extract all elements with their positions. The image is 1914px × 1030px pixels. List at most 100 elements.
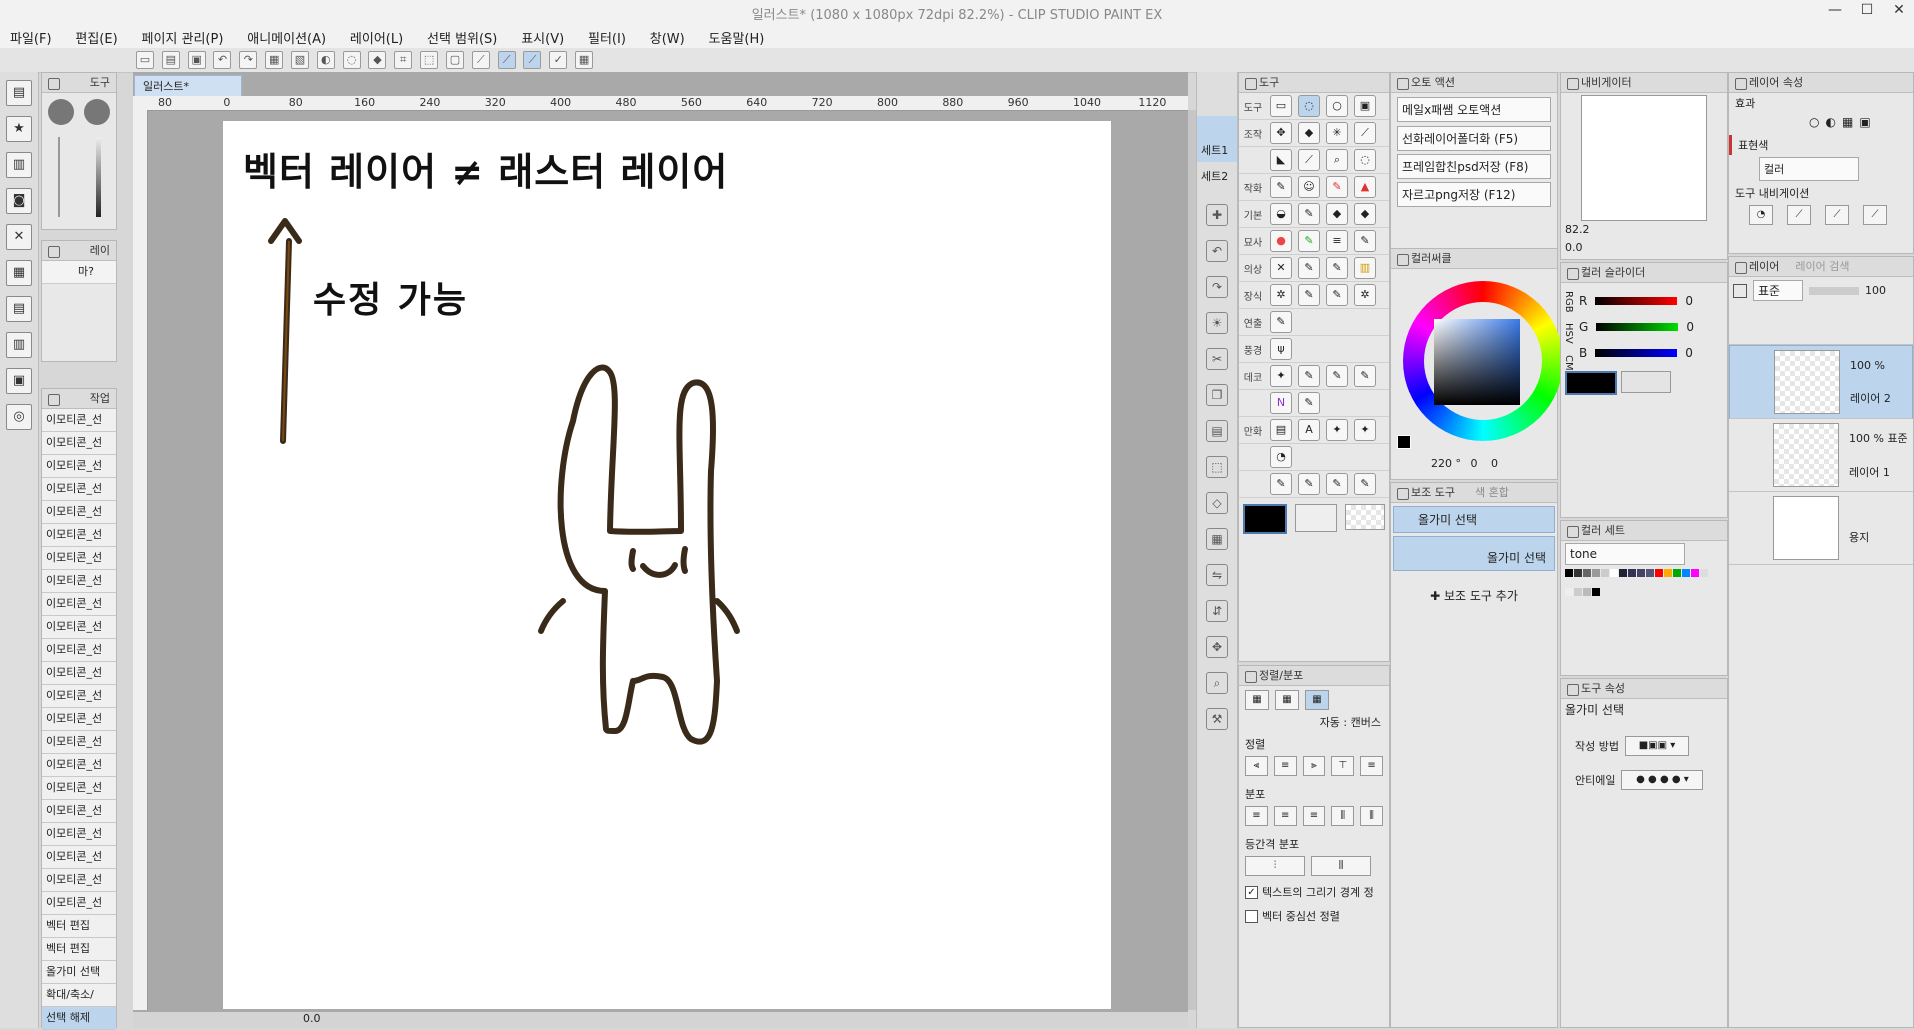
menu-file[interactable]: 파일(F) bbox=[0, 24, 62, 51]
pen2-icon[interactable]: ✎ bbox=[1298, 473, 1320, 495]
menu-page[interactable]: 페이지 관리(P) bbox=[131, 24, 233, 51]
align-top-icon[interactable]: ⊤ bbox=[1331, 756, 1355, 776]
align-middle-icon[interactable]: ≡ bbox=[1360, 756, 1383, 776]
align-target-icon[interactable]: ▦ bbox=[1245, 690, 1269, 710]
action-item[interactable]: 확대/축소/ bbox=[42, 984, 116, 1007]
gear-icon[interactable]: ✲ bbox=[1270, 284, 1292, 306]
align-target3-icon[interactable]: ▦ bbox=[1305, 690, 1329, 710]
zoom-icon[interactable]: ⌕ bbox=[1326, 149, 1348, 171]
auto-action-item[interactable]: 프레임합친psd저장 (F8) bbox=[1397, 154, 1551, 179]
transparent-chip[interactable] bbox=[1344, 504, 1385, 530]
deco-brush4-icon[interactable]: ✎ bbox=[1298, 392, 1320, 414]
action-item[interactable]: 이모티콘_선 bbox=[42, 593, 116, 616]
action-item[interactable]: 이모티콘_선 bbox=[42, 524, 116, 547]
action-item[interactable]: 벡터 편집 bbox=[42, 938, 116, 961]
new-icon[interactable]: ▭ bbox=[136, 51, 154, 69]
copy-icon[interactable]: ❐ bbox=[1206, 384, 1228, 406]
menu-filter[interactable]: 필터(I) bbox=[578, 24, 636, 51]
thread-icon[interactable]: ✎ bbox=[1298, 257, 1320, 279]
canvas-paper[interactable]: 벡터 레이어 ≠ 래스터 레이어 수정 가능 bbox=[223, 121, 1111, 1009]
dist-4-icon[interactable]: ⫼ bbox=[1331, 806, 1355, 826]
redo-icon[interactable]: ↷ bbox=[1206, 276, 1228, 298]
brush-icon[interactable]: ⟋ bbox=[1298, 149, 1320, 171]
equal-v-icon[interactable]: ⫼ bbox=[1311, 856, 1371, 876]
ribbon-icon[interactable]: ✕ bbox=[1270, 257, 1292, 279]
camera-icon[interactable]: ◙ bbox=[6, 188, 32, 214]
dist-3-icon[interactable]: ≡ bbox=[1302, 806, 1326, 826]
pencil-icon[interactable]: ✎ bbox=[1270, 176, 1292, 198]
ellipse-icon[interactable]: ○ bbox=[1326, 95, 1348, 117]
new-icon[interactable]: ✚ bbox=[1206, 204, 1228, 226]
action-item[interactable]: 이모티콘_선 bbox=[42, 616, 116, 639]
flip-h-icon[interactable]: ⇋ bbox=[1206, 564, 1228, 586]
brush-size-large[interactable] bbox=[48, 99, 74, 125]
move-icon[interactable]: ✥ bbox=[1270, 122, 1292, 144]
slider-main-color[interactable] bbox=[1565, 371, 1617, 395]
color-set-select[interactable]: tone bbox=[1565, 543, 1685, 565]
auto-action-item[interactable]: 선화레이어폴더화 (F5) bbox=[1397, 126, 1551, 151]
clear-outside-icon[interactable]: ▧ bbox=[290, 51, 309, 69]
text-icon[interactable]: A bbox=[1298, 419, 1320, 441]
list-icon[interactable]: ▥ bbox=[6, 152, 32, 178]
dist-1-icon[interactable]: ≡ bbox=[1245, 806, 1268, 826]
folder-icon[interactable]: ▣ bbox=[6, 368, 32, 394]
grid-icon[interactable]: ▦ bbox=[6, 260, 32, 286]
r-slider[interactable] bbox=[1595, 297, 1678, 305]
cake-icon[interactable]: ▲ bbox=[1354, 176, 1376, 198]
action-item[interactable]: 이모티콘_선 bbox=[42, 432, 116, 455]
method-select[interactable]: ■▣▣ ▾ bbox=[1624, 736, 1689, 756]
action-item[interactable]: 이모티콘_선 bbox=[42, 639, 116, 662]
fabric-icon[interactable]: ▥ bbox=[1354, 257, 1376, 279]
green-marker-icon[interactable]: ✎ bbox=[1298, 230, 1320, 252]
action-item[interactable]: 이모티콘_선 bbox=[42, 685, 116, 708]
frame-icon[interactable]: ▤ bbox=[1270, 419, 1292, 441]
menu-edit[interactable]: 편집(E) bbox=[65, 24, 127, 51]
open-icon[interactable]: ▤ bbox=[161, 51, 180, 69]
checkbox-checked[interactable]: ✓ bbox=[1245, 885, 1258, 899]
bucket-icon[interactable]: ◒ bbox=[1270, 203, 1292, 225]
action-item[interactable]: 이모티콘_선 bbox=[42, 501, 116, 524]
page-icon[interactable]: ▤ bbox=[6, 80, 32, 106]
sub-tool-item-lasso[interactable]: 올가미 선택 bbox=[1393, 506, 1555, 533]
face-icon[interactable]: ☺ bbox=[1298, 176, 1320, 198]
canvas-tab[interactable]: 일러스트* bbox=[134, 75, 242, 97]
effect-line-icon[interactable]: ✦ bbox=[1326, 419, 1348, 441]
sun-icon[interactable]: ☀ bbox=[1206, 312, 1228, 334]
grid-snap-icon[interactable]: ⟋ bbox=[523, 51, 542, 69]
paste-icon[interactable]: ▤ bbox=[1206, 420, 1228, 442]
align-target2-icon[interactable]: ▦ bbox=[1275, 690, 1299, 710]
hsv-tab[interactable]: HSV bbox=[1563, 323, 1574, 344]
action-item[interactable]: 이모티콘_선 bbox=[42, 409, 116, 432]
red-circle-icon[interactable]: ● bbox=[1270, 230, 1292, 252]
balloon-icon[interactable]: ◔ bbox=[1270, 446, 1292, 468]
redo-icon[interactable]: ↷ bbox=[239, 51, 258, 69]
settings-icon[interactable]: ◎ bbox=[6, 404, 32, 430]
nav-btn-1[interactable]: ◔ bbox=[1749, 205, 1773, 225]
magic-wand-icon[interactable]: ✳ bbox=[1326, 122, 1348, 144]
zoom-icon[interactable]: ⌕ bbox=[1206, 672, 1228, 694]
star-icon[interactable]: ★ bbox=[6, 116, 32, 142]
r-value[interactable]: 0 bbox=[1685, 294, 1693, 308]
action-item[interactable]: 올가미 선택 bbox=[42, 961, 116, 984]
nav-angle[interactable]: 0.0 bbox=[1565, 241, 1583, 254]
menu-selection[interactable]: 선택 범위(S) bbox=[417, 24, 507, 51]
canvas-vscroll[interactable] bbox=[1188, 110, 1196, 1010]
size-track-2[interactable] bbox=[96, 137, 101, 217]
nib-icon[interactable]: ✎ bbox=[1298, 203, 1320, 225]
set2-tab[interactable]: 세트2 bbox=[1197, 162, 1237, 190]
mesh-icon[interactable]: ▦ bbox=[1206, 528, 1228, 550]
select-icon[interactable]: ◌ bbox=[1354, 149, 1376, 171]
navigator-preview[interactable] bbox=[1581, 95, 1707, 221]
color-mix-tab[interactable]: 색 혼합 bbox=[1475, 486, 1509, 499]
layer-row-selected[interactable]: 100 % 레이어 2 bbox=[1729, 345, 1913, 419]
g-value[interactable]: 0 bbox=[1686, 320, 1694, 334]
hatch-icon[interactable]: ≡ bbox=[1326, 230, 1348, 252]
action-item[interactable]: 이모티콘_선 bbox=[42, 777, 116, 800]
n-badge-icon[interactable]: N bbox=[1270, 392, 1292, 414]
blend-select[interactable]: 표준 bbox=[1753, 280, 1803, 301]
zoom-status[interactable]: 0.0 bbox=[303, 1012, 321, 1025]
action-item[interactable]: 이모티콘_선 bbox=[42, 570, 116, 593]
action-item[interactable]: 벡터 편집 bbox=[42, 915, 116, 938]
pen3-icon[interactable]: ✎ bbox=[1326, 473, 1348, 495]
action-item[interactable]: 이모티콘_선 bbox=[42, 823, 116, 846]
